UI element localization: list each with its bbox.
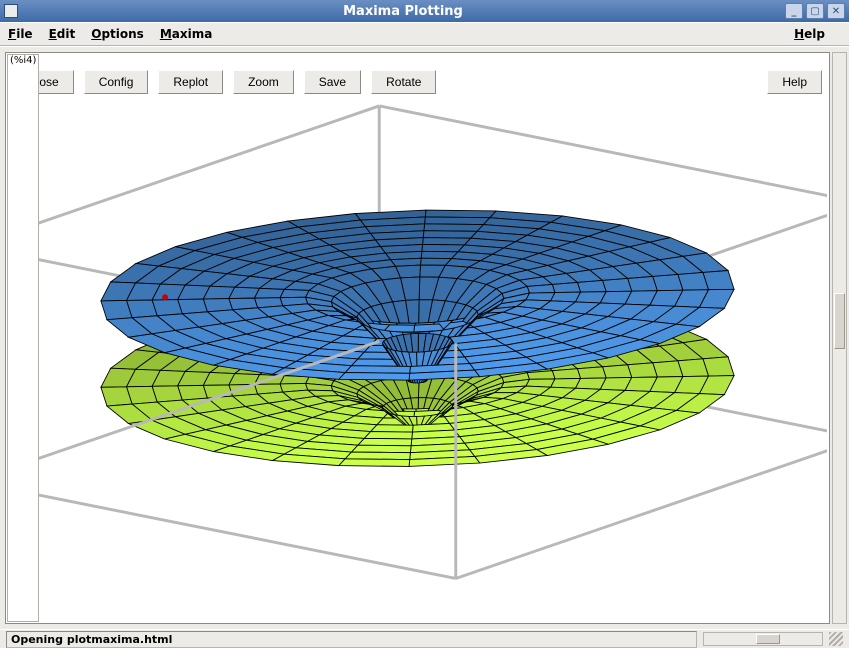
vertical-scroll-thumb[interactable] — [834, 293, 845, 349]
status-message: Opening plotmaxima.html — [6, 631, 697, 648]
zoom-button[interactable]: Zoom — [233, 70, 294, 94]
close-window-button[interactable]: ✕ — [827, 3, 845, 19]
origin-marker-icon — [162, 294, 168, 300]
menu-help[interactable]: Help — [794, 27, 825, 41]
window-title: Maxima Plotting — [24, 4, 782, 19]
plot-toolbar: Close Config Replot Zoom Save Rotate Hel… — [7, 68, 828, 96]
horizontal-scrollbar[interactable] — [703, 632, 823, 646]
menu-options[interactable]: Options — [91, 27, 144, 41]
save-button[interactable]: Save — [304, 70, 361, 94]
window-titlebar: Maxima Plotting _ ▢ ✕ — [0, 0, 849, 22]
replot-button[interactable]: Replot — [158, 70, 223, 94]
plot-canvas[interactable] — [8, 97, 827, 607]
status-bar: Opening plotmaxima.html — [0, 629, 849, 648]
resize-grip-icon[interactable] — [829, 632, 843, 646]
rotate-button[interactable]: Rotate — [371, 70, 436, 94]
plot-3d-surface — [8, 97, 827, 607]
next-cell-id: (%i4) — [7, 54, 39, 622]
maximize-button[interactable]: ▢ — [806, 3, 824, 19]
menu-bar: File Edit Options Maxima Help — [0, 22, 849, 46]
help-button[interactable]: Help — [767, 70, 822, 94]
system-menu-icon[interactable] — [4, 4, 18, 18]
client-area: (%i3) Close Config Replot Zoom Save Rota… — [0, 46, 849, 629]
menu-maxima[interactable]: Maxima — [160, 27, 213, 41]
plot-panel: (%i3) Close Config Replot Zoom Save Rota… — [5, 52, 830, 624]
minimize-button[interactable]: _ — [785, 3, 803, 19]
horizontal-scroll-thumb[interactable] — [756, 634, 780, 644]
menu-edit[interactable]: Edit — [49, 27, 76, 41]
config-button[interactable]: Config — [84, 70, 149, 94]
menu-file[interactable]: File — [8, 27, 33, 41]
vertical-scrollbar[interactable] — [832, 52, 847, 624]
